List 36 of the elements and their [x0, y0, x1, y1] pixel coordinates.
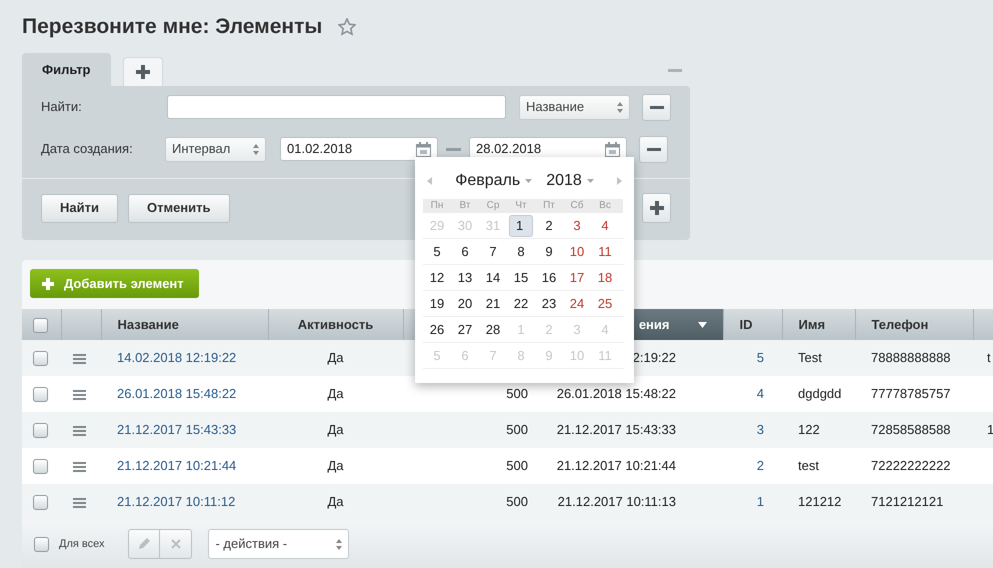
- table-cell: Test: [798, 350, 822, 366]
- table-cell: Да: [327, 422, 344, 438]
- table-cell: Да: [327, 386, 344, 402]
- table-cell: 500: [506, 458, 528, 474]
- weekday-label: Пн: [430, 199, 444, 213]
- table-cell: Да: [327, 494, 344, 510]
- table-cell: 2:19:22: [632, 350, 676, 366]
- table-cell: dgdgdd: [798, 386, 842, 402]
- table-cell: 122: [798, 422, 820, 438]
- table-cell: 21.12.2017 10:21:44: [556, 458, 676, 474]
- table-cell: 78888888888: [871, 350, 951, 366]
- table-cell: 26.01.2018 15:48:22: [556, 386, 676, 402]
- table-cell: 21.12.2017 15:43:33: [556, 422, 676, 438]
- table-cell: 500: [506, 494, 528, 510]
- weekday-label: Сб: [570, 199, 584, 213]
- weekday-label: Пт: [542, 199, 556, 213]
- table-cell: 21.12.2017 10:11:13: [558, 494, 676, 510]
- for-all-label: Для всех: [59, 536, 104, 552]
- table-cell: 7121212121: [871, 494, 944, 510]
- page-title: Перезвоните мне: Элементы: [22, 14, 322, 40]
- weekday-label: Вт: [458, 199, 472, 213]
- weekday-label: Чт: [514, 199, 528, 213]
- table-cell: Да: [327, 458, 344, 474]
- table-cell: 500: [506, 386, 528, 402]
- table-cell: 121212: [798, 494, 842, 510]
- table-cell: t: [987, 350, 991, 366]
- weekday-label: Ср: [486, 199, 500, 213]
- table-cell: 500: [506, 422, 528, 438]
- table-cell: 72858588588: [871, 422, 951, 438]
- weekday-label: Вс: [598, 199, 612, 213]
- field-label: Дата создания:: [41, 140, 134, 158]
- table-cell: Да: [327, 350, 344, 366]
- table-cell: test: [798, 458, 819, 474]
- table-cell: 77778785757: [871, 386, 951, 402]
- field-label: Найти:: [41, 98, 83, 116]
- table-cell: 72222222222: [871, 458, 951, 474]
